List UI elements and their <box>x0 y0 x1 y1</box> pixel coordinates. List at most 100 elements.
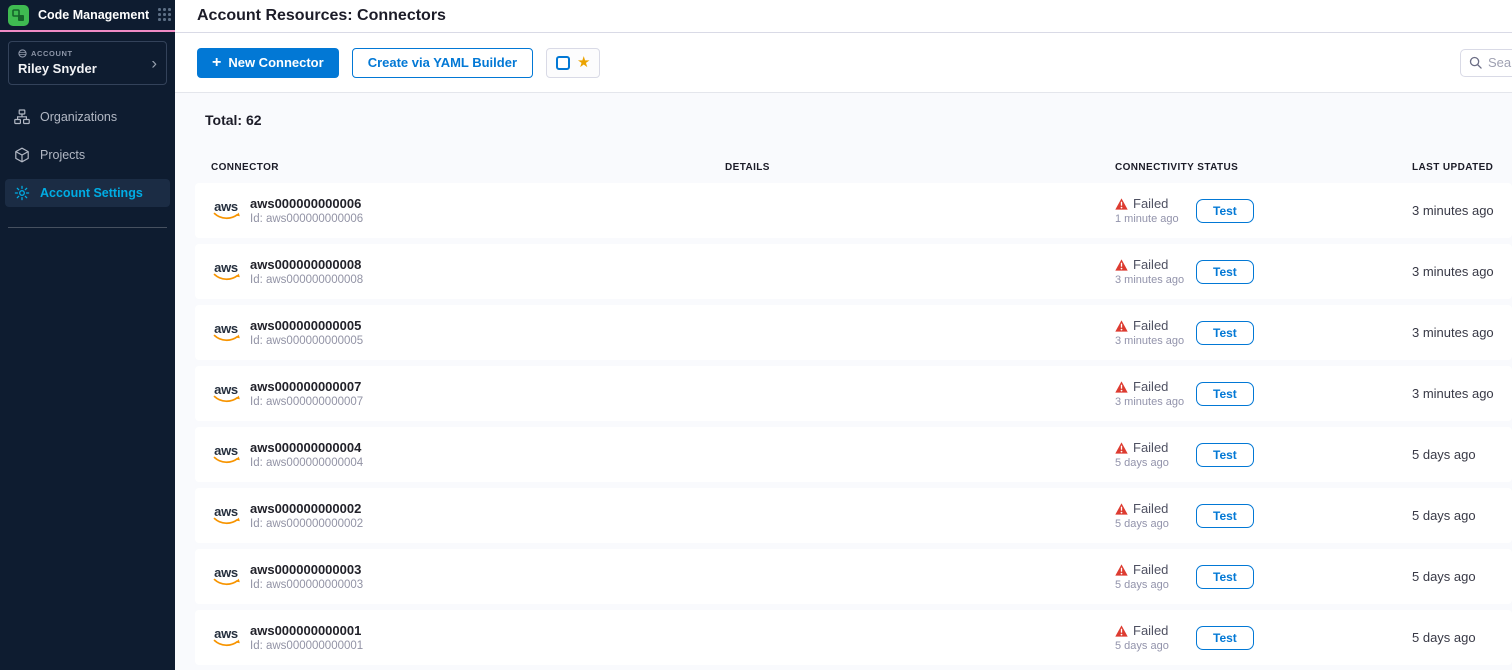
new-connector-button[interactable]: + New Connector <box>197 48 339 78</box>
test-button[interactable]: Test <box>1196 565 1254 589</box>
status-cell: Failed 5 days ago Test <box>1115 623 1412 652</box>
warning-triangle-icon <box>1115 503 1128 515</box>
search-box[interactable] <box>1460 49 1512 77</box>
toolbar: + New Connector Create via YAML Builder … <box>175 33 1512 93</box>
status-block: Failed 3 minutes ago <box>1115 257 1196 286</box>
connector-id: Id: aws000000000007 <box>250 396 363 408</box>
sidebar-item-label: Projects <box>40 148 85 162</box>
status-label: Failed <box>1133 501 1168 516</box>
status-time: 3 minutes ago <box>1115 274 1196 286</box>
table-row[interactable]: aws aws000000000007 Id: aws000000000007 <box>195 366 1512 421</box>
status-cell: Failed 3 minutes ago Test <box>1115 318 1412 347</box>
status-time: 5 days ago <box>1115 457 1196 469</box>
connector-name: aws000000000006 <box>250 196 363 211</box>
test-button[interactable]: Test <box>1196 626 1254 650</box>
sidebar-item-account-settings[interactable]: Account Settings <box>5 179 170 207</box>
favorites-filter-toggle[interactable]: ★ <box>546 48 600 78</box>
account-label: ACCOUNT <box>31 49 73 58</box>
sidebar-divider <box>8 227 167 228</box>
aws-logo-icon: aws <box>211 506 241 526</box>
connector-id: Id: aws000000000005 <box>250 335 363 347</box>
last-updated: 5 days ago <box>1412 569 1512 584</box>
org-chart-icon <box>14 109 30 125</box>
table-row[interactable]: aws aws000000000008 Id: aws000000000008 <box>195 244 1512 299</box>
chevron-right-icon: › <box>151 55 157 72</box>
last-updated: 3 minutes ago <box>1412 203 1512 218</box>
last-updated: 5 days ago <box>1412 447 1512 462</box>
status-time: 5 days ago <box>1115 640 1196 652</box>
connector-cell: aws aws000000000003 Id: aws000000000003 <box>211 562 725 591</box>
status-label: Failed <box>1133 440 1168 455</box>
connector-cell: aws aws000000000006 Id: aws000000000006 <box>211 196 725 225</box>
status-cell: Failed 1 minute ago Test <box>1115 196 1412 225</box>
connector-id: Id: aws000000000002 <box>250 518 363 530</box>
status-cell: Failed 5 days ago Test <box>1115 562 1412 591</box>
table-body: aws aws000000000006 Id: aws000000000006 <box>195 183 1512 665</box>
table-row[interactable]: aws aws000000000002 Id: aws000000000002 <box>195 488 1512 543</box>
warning-triangle-icon <box>1115 259 1128 271</box>
table-row[interactable]: aws aws000000000006 Id: aws000000000006 <box>195 183 1512 238</box>
last-updated: 3 minutes ago <box>1412 325 1512 340</box>
column-header-connector: CONNECTOR <box>211 162 725 173</box>
status-time: 3 minutes ago <box>1115 335 1196 347</box>
nav-accent-line <box>0 30 175 32</box>
connector-cell: aws aws000000000007 Id: aws000000000007 <box>211 379 725 408</box>
gear-icon <box>14 185 30 201</box>
sidebar-item-organizations[interactable]: Organizations <box>5 103 170 131</box>
account-name: Riley Snyder <box>18 61 157 76</box>
account-icon <box>18 49 27 58</box>
new-connector-label: New Connector <box>228 55 323 70</box>
test-button[interactable]: Test <box>1196 443 1254 467</box>
status-block: Failed 5 days ago <box>1115 623 1196 652</box>
aws-logo-icon: aws <box>211 628 241 648</box>
sidebar-header: Code Management <box>0 0 175 30</box>
status-block: Failed 5 days ago <box>1115 440 1196 469</box>
status-cell: Failed 3 minutes ago Test <box>1115 257 1412 286</box>
star-icon: ★ <box>577 55 590 70</box>
test-button[interactable]: Test <box>1196 260 1254 284</box>
warning-triangle-icon <box>1115 320 1128 332</box>
test-button[interactable]: Test <box>1196 504 1254 528</box>
connectors-content: Total: 62 CONNECTOR DETAILS CONNECTIVITY… <box>175 93 1512 670</box>
table-row[interactable]: aws aws000000000004 Id: aws000000000004 <box>195 427 1512 482</box>
main-panel: Account Resources: Connectors + New Conn… <box>175 0 1512 670</box>
test-button[interactable]: Test <box>1196 321 1254 345</box>
warning-triangle-icon <box>1115 625 1128 637</box>
status-time: 3 minutes ago <box>1115 396 1196 408</box>
aws-logo-icon: aws <box>211 262 241 282</box>
page-header: Account Resources: Connectors <box>175 0 1512 33</box>
search-input[interactable] <box>1488 55 1512 70</box>
aws-logo-icon: aws <box>211 201 241 221</box>
create-via-yaml-button[interactable]: Create via YAML Builder <box>352 48 533 78</box>
table-row[interactable]: aws aws000000000003 Id: aws000000000003 <box>195 549 1512 604</box>
column-header-last-updated: LAST UPDATED <box>1412 162 1512 173</box>
connector-id: Id: aws000000000001 <box>250 640 363 652</box>
last-updated: 5 days ago <box>1412 508 1512 523</box>
checkbox-icon[interactable] <box>556 56 570 70</box>
sidebar-item-projects[interactable]: Projects <box>5 141 170 169</box>
test-button[interactable]: Test <box>1196 382 1254 406</box>
status-label: Failed <box>1133 318 1168 333</box>
app-title: Code Management <box>38 8 149 22</box>
connector-name: aws000000000005 <box>250 318 363 333</box>
sidebar: Code Management ACCOUNT Riley Snyder › <box>0 0 175 670</box>
aws-logo-icon: aws <box>211 323 241 343</box>
table-row[interactable]: aws aws000000000005 Id: aws000000000005 <box>195 305 1512 360</box>
connector-id: Id: aws000000000006 <box>250 213 363 225</box>
status-time: 1 minute ago <box>1115 213 1196 225</box>
connector-name: aws000000000002 <box>250 501 363 516</box>
status-time: 5 days ago <box>1115 518 1196 530</box>
status-cell: Failed 3 minutes ago Test <box>1115 379 1412 408</box>
code-management-logo-icon[interactable] <box>8 5 29 26</box>
cube-icon <box>14 147 30 163</box>
connector-cell: aws aws000000000008 Id: aws000000000008 <box>211 257 725 286</box>
last-updated: 5 days ago <box>1412 630 1512 645</box>
column-header-connectivity-status: CONNECTIVITY STATUS <box>1115 162 1412 173</box>
status-block: Failed 3 minutes ago <box>1115 318 1196 347</box>
module-grid-icon[interactable] <box>158 8 172 22</box>
connector-cell: aws aws000000000004 Id: aws000000000004 <box>211 440 725 469</box>
table-row[interactable]: aws aws000000000001 Id: aws000000000001 <box>195 610 1512 665</box>
account-selector[interactable]: ACCOUNT Riley Snyder › <box>8 41 167 85</box>
test-button[interactable]: Test <box>1196 199 1254 223</box>
aws-logo-icon: aws <box>211 384 241 404</box>
